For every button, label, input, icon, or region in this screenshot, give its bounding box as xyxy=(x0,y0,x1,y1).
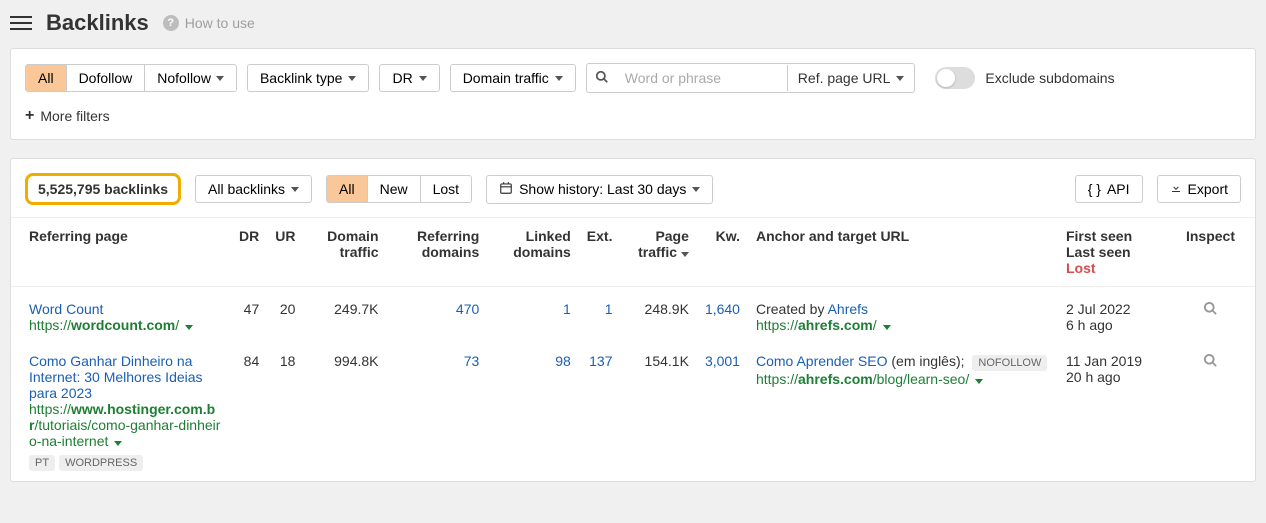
inspect-icon[interactable] xyxy=(1203,303,1218,319)
chevron-down-icon xyxy=(419,76,427,81)
cell-linked_domains[interactable]: 1 xyxy=(487,287,579,344)
last-seen: 20 h ago xyxy=(1066,369,1170,385)
status-tab-all[interactable]: All xyxy=(327,176,368,202)
cell-kw[interactable]: 3,001 xyxy=(697,343,748,481)
calendar-icon xyxy=(499,181,513,198)
exclude-subdomains-toggle[interactable] xyxy=(935,67,975,89)
chevron-down-icon xyxy=(692,187,700,192)
code-icon: { } xyxy=(1088,181,1101,197)
chevron-down-icon xyxy=(975,379,983,384)
history-dropdown[interactable]: Show history: Last 30 days xyxy=(486,175,713,204)
chevron-down-icon xyxy=(216,76,224,81)
how-to-use-label: How to use xyxy=(185,15,255,31)
col-kw[interactable]: Kw. xyxy=(697,218,748,287)
first-seen: 2 Jul 2022 xyxy=(1066,301,1170,317)
table-row: Word Counthttps://wordcount.com/ 4720249… xyxy=(11,287,1255,344)
cell-domain_traffic: 249.7K xyxy=(303,287,386,344)
status-tab-lost[interactable]: Lost xyxy=(421,176,471,202)
export-button[interactable]: Export xyxy=(1157,175,1241,203)
dr-dropdown[interactable]: DR xyxy=(379,64,439,92)
inspect-icon[interactable] xyxy=(1203,355,1218,371)
referring-page-title[interactable]: Como Ganhar Dinheiro na Internet: 30 Mel… xyxy=(29,353,223,401)
search-icon xyxy=(587,70,617,87)
col-dates[interactable]: First seen Last seen Lost xyxy=(1058,218,1178,287)
tag-badge: WORDPRESS xyxy=(59,455,143,471)
how-to-use-link[interactable]: ? How to use xyxy=(163,15,255,31)
col-linked-domains[interactable]: Linked domains xyxy=(487,218,579,287)
referring-page-url[interactable]: https://wordcount.com/ xyxy=(29,317,223,333)
cell-page-traffic: 154.1K xyxy=(620,343,696,481)
tab-nofollow-label: Nofollow xyxy=(157,70,211,86)
col-dr[interactable]: DR xyxy=(231,218,267,287)
results-panel: 5,525,795 backlinks All backlinks All Ne… xyxy=(10,158,1256,482)
domain-traffic-dropdown[interactable]: Domain traffic xyxy=(450,64,576,92)
tab-all[interactable]: All xyxy=(26,65,67,91)
col-inspect[interactable]: Inspect xyxy=(1178,218,1255,287)
tab-dofollow[interactable]: Dofollow xyxy=(67,65,146,91)
sort-desc-icon xyxy=(681,252,689,257)
referring-page-url[interactable]: https://www.hostinger.com.br/tutoriais/c… xyxy=(29,401,223,449)
col-ur[interactable]: UR xyxy=(267,218,303,287)
chevron-down-icon xyxy=(185,325,193,330)
help-icon: ? xyxy=(163,15,179,31)
referring-page-title[interactable]: Word Count xyxy=(29,301,223,317)
cell-dr: 84 xyxy=(231,343,267,481)
cell-dr: 47 xyxy=(231,287,267,344)
download-icon xyxy=(1170,181,1182,197)
col-referring-page[interactable]: Referring page xyxy=(11,218,231,287)
cell-kw[interactable]: 1,640 xyxy=(697,287,748,344)
search-wrap: Ref. page URL xyxy=(586,63,916,93)
status-tabs: All New Lost xyxy=(326,175,472,203)
chevron-down-icon xyxy=(883,325,891,330)
cell-ext[interactable]: 137 xyxy=(579,343,621,481)
chevron-down-icon xyxy=(896,76,904,81)
first-seen: 11 Jan 2019 xyxy=(1066,353,1170,369)
menu-icon[interactable] xyxy=(10,12,32,34)
chevron-down-icon xyxy=(114,441,122,446)
cell-page-traffic: 248.9K xyxy=(620,287,696,344)
backlinks-table: Referring page DR UR Domain traffic Refe… xyxy=(11,217,1255,481)
anchor-text: Como Aprender SEO (em inglês); NOFOLLOW xyxy=(756,353,1050,371)
tab-nofollow[interactable]: Nofollow xyxy=(145,65,236,91)
chevron-down-icon xyxy=(348,76,356,81)
link-type-tabs: All Dofollow Nofollow xyxy=(25,64,237,92)
cell-ur: 20 xyxy=(267,287,303,344)
status-tab-new[interactable]: New xyxy=(368,176,421,202)
api-button[interactable]: { } API xyxy=(1075,175,1143,203)
col-page-traffic[interactable]: Page traffic xyxy=(620,218,696,287)
search-input[interactable] xyxy=(617,65,787,91)
table-row: Como Ganhar Dinheiro na Internet: 30 Mel… xyxy=(11,343,1255,481)
nofollow-badge: NOFOLLOW xyxy=(972,355,1047,371)
anchor-link[interactable]: Como Aprender SEO xyxy=(756,353,888,369)
page-title: Backlinks xyxy=(46,10,149,36)
col-ext[interactable]: Ext. xyxy=(579,218,621,287)
cell-referring_domains[interactable]: 73 xyxy=(387,343,488,481)
anchor-link[interactable]: Ahrefs xyxy=(828,301,868,317)
col-domain-traffic[interactable]: Domain traffic xyxy=(303,218,386,287)
more-filters-label: More filters xyxy=(40,108,109,124)
all-backlinks-dropdown[interactable]: All backlinks xyxy=(195,175,312,203)
last-seen: 6 h ago xyxy=(1066,317,1170,333)
cell-referring_domains[interactable]: 470 xyxy=(387,287,488,344)
cell-linked_domains[interactable]: 98 xyxy=(487,343,579,481)
col-referring-domains[interactable]: Referring domains xyxy=(387,218,488,287)
ref-page-url-dropdown[interactable]: Ref. page URL xyxy=(787,65,915,91)
target-url[interactable]: https://ahrefs.com/blog/learn-seo/ xyxy=(756,371,1050,387)
cell-domain_traffic: 994.8K xyxy=(303,343,386,481)
target-url[interactable]: https://ahrefs.com/ xyxy=(756,317,1050,333)
backlinks-count: 5,525,795 backlinks xyxy=(25,173,181,205)
backlink-type-dropdown[interactable]: Backlink type xyxy=(247,64,369,92)
chevron-down-icon xyxy=(291,187,299,192)
tag-badge: PT xyxy=(29,455,55,471)
chevron-down-icon xyxy=(555,76,563,81)
cell-ur: 18 xyxy=(267,343,303,481)
anchor-text: Created by Ahrefs xyxy=(756,301,1050,317)
more-filters-button[interactable]: + More filters xyxy=(25,107,1241,125)
filters-panel: All Dofollow Nofollow Backlink type DR D… xyxy=(10,48,1256,140)
cell-ext[interactable]: 1 xyxy=(579,287,621,344)
plus-icon: + xyxy=(25,107,34,125)
col-anchor[interactable]: Anchor and target URL xyxy=(748,218,1058,287)
exclude-subdomains-label: Exclude subdomains xyxy=(985,70,1114,86)
